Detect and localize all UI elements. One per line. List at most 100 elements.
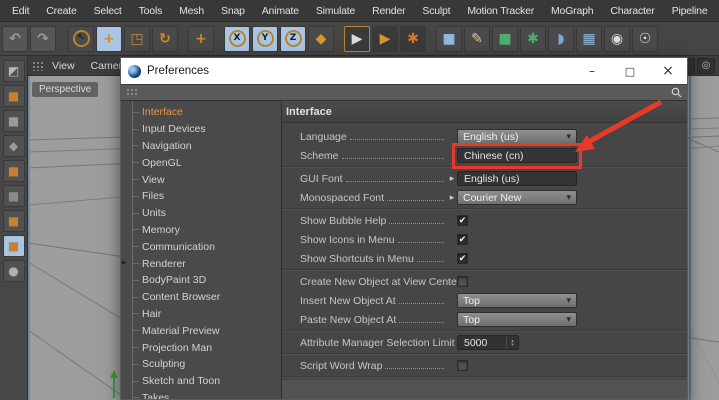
sidebar-item-sculpting[interactable]: Sculpting [121,356,281,373]
redo-button[interactable]: ↷ [30,26,56,52]
add-camera-button[interactable]: ◉ [604,26,630,52]
insert-new-object-dropdown[interactable]: Top ▾ [457,293,577,308]
menu-tools[interactable]: Tools [139,5,163,17]
dialog-titlebar[interactable]: Preferences – □ × [121,58,687,84]
add-spline-icon: ✎ [471,32,483,46]
menu-pipeline[interactable]: Pipeline [672,5,708,17]
last-used-tool-button[interactable]: + [188,26,214,52]
sidebar-item-projection-man[interactable]: Projection Man [121,339,281,356]
sidebar-item-navigation[interactable]: Navigation [121,138,281,155]
workplane-mode-button[interactable]: ◆ [3,135,25,157]
sidebar-item-takes[interactable]: Takes [121,390,281,399]
preferences-sidebar: InterfaceInput DevicesNavigationOpenGLVi… [121,101,282,399]
sidebar-item-units[interactable]: Units [121,205,281,222]
sidebar-item-opengl[interactable]: OpenGL [121,154,281,171]
add-generator-button[interactable]: ■ [492,26,518,52]
menu-character[interactable]: Character [610,5,654,17]
panel-splitter[interactable] [689,76,691,400]
add-mograph-button[interactable]: ✱ [520,26,546,52]
texture-mode-button[interactable]: ■ [3,110,25,132]
sidebar-item-bodypaint-3d[interactable]: BodyPaint 3D [121,272,281,289]
edges-mode-button[interactable]: ■ [3,185,25,207]
dropdown-arrow-icon: ▾ [566,315,571,325]
panel-handle-icon[interactable] [32,61,44,71]
projection-menu[interactable]: Perspective [32,82,98,97]
show-shortcuts-in-menu-checkbox[interactable]: ✔ [457,253,468,264]
menu-mesh[interactable]: Mesh [179,5,204,17]
axis-mode-button[interactable]: ■ [3,235,25,257]
sidebar-item-view[interactable]: View [121,171,281,188]
render-view-button[interactable]: ▶ [344,26,370,52]
show-bubble-help-checkbox[interactable]: ✔ [457,215,468,226]
spinner-arrows-icon[interactable]: ▴▾ [506,336,518,349]
sidebar-item-material-preview[interactable]: Material Preview [121,322,281,339]
add-spline-button[interactable]: ✎ [464,26,490,52]
show-icons-in-menu-label: Show Icons in Menu [300,234,395,246]
show-shortcuts-in-menu-row: Show Shortcuts in Menu ✔ [282,249,687,268]
add-light-button[interactable]: ☉ [632,26,658,52]
points-mode-button[interactable]: ■ [3,160,25,182]
close-button[interactable]: × [649,58,687,84]
tree-dash [132,229,139,230]
sidebar-item-memory[interactable]: Memory [121,222,281,239]
make-editable-button[interactable]: ◩ [3,60,25,82]
sidebar-item-communication[interactable]: Communication [121,238,281,255]
menu-motion-tracker[interactable]: Motion Tracker [467,5,534,17]
menu-select[interactable]: Select [94,5,122,17]
menu-snap[interactable]: Snap [221,5,245,17]
language-dropdown[interactable]: English (us) ▾ [457,129,577,144]
show-icons-in-menu-checkbox[interactable]: ✔ [457,234,468,245]
menu-create[interactable]: Create [46,5,76,17]
viewport-menu-view[interactable]: View [52,60,75,72]
live-selection-button[interactable]: ↖ [68,26,94,52]
y-axis-lock-button[interactable]: Y [252,26,278,52]
maximize-button[interactable]: □ [611,58,649,84]
sidebar-item-files[interactable]: Files [121,188,281,205]
scale-button[interactable]: ◳ [124,26,150,52]
coordinate-system-button[interactable]: ◆ [308,26,334,52]
sidebar-item-interface[interactable]: Interface [121,104,281,121]
scheme-dropdown[interactable]: Chinese (cn) [457,148,577,163]
move-button[interactable]: + [96,26,122,52]
add-environment-button[interactable]: ▦ [576,26,602,52]
rotate-button[interactable]: ↻ [152,26,178,52]
tree-dash [132,196,139,197]
gui-font-field[interactable]: English (us) [457,171,577,186]
sidebar-item-renderer[interactable]: ▸Renderer [121,255,281,272]
sidebar-item-label: Projection Man [142,342,212,354]
search-icon[interactable] [671,87,682,98]
undo-button[interactable]: ↶ [2,26,28,52]
add-deformer-button[interactable]: ◗ [548,26,574,52]
snap-settings-icon: ● [8,265,18,277]
menu-render[interactable]: Render [372,5,405,17]
z-axis-lock-button[interactable]: Z [280,26,306,52]
add-cube-object-button[interactable]: ■ [436,26,462,52]
preferences-search-bar[interactable] [121,84,687,101]
minimize-button[interactable]: – [573,58,611,84]
menu-edit[interactable]: Edit [12,5,29,17]
menu-animate[interactable]: Animate [262,5,299,17]
snap-settings-button[interactable]: ● [3,260,25,282]
script-word-wrap-checkbox[interactable] [457,360,468,371]
tree-dash [132,297,139,298]
monospaced-font-dropdown[interactable]: Courier New ▾ [457,190,577,205]
attribute-limit-spinner[interactable]: 5000 ▴▾ [457,335,519,350]
menu-mograph[interactable]: MoGraph [551,5,593,17]
menu-sculpt[interactable]: Sculpt [422,5,450,17]
sidebar-item-label: Communication [142,241,215,253]
sidebar-item-sketch-and-toon[interactable]: Sketch and Toon [121,373,281,390]
create-new-object-checkbox[interactable] [457,276,468,287]
polygons-mode-button[interactable]: ■ [3,210,25,232]
expand-arrow-icon[interactable]: ▸ [122,258,127,268]
paste-new-object-dropdown[interactable]: Top ▾ [457,312,577,327]
menu-simulate[interactable]: Simulate [316,5,355,17]
rotate-view-icon[interactable]: ◎ [697,58,715,74]
render-to-picture-viewer-button[interactable]: ▶ [372,26,398,52]
sidebar-item-hair[interactable]: Hair [121,306,281,323]
sidebar-item-input-devices[interactable]: Input Devices [121,121,281,138]
tree-dash [132,347,139,348]
x-axis-lock-button[interactable]: X [224,26,250,52]
sidebar-item-content-browser[interactable]: Content Browser [121,289,281,306]
model-mode-button[interactable]: ■ [3,85,25,107]
edit-render-settings-button[interactable]: ✱ [400,26,426,52]
